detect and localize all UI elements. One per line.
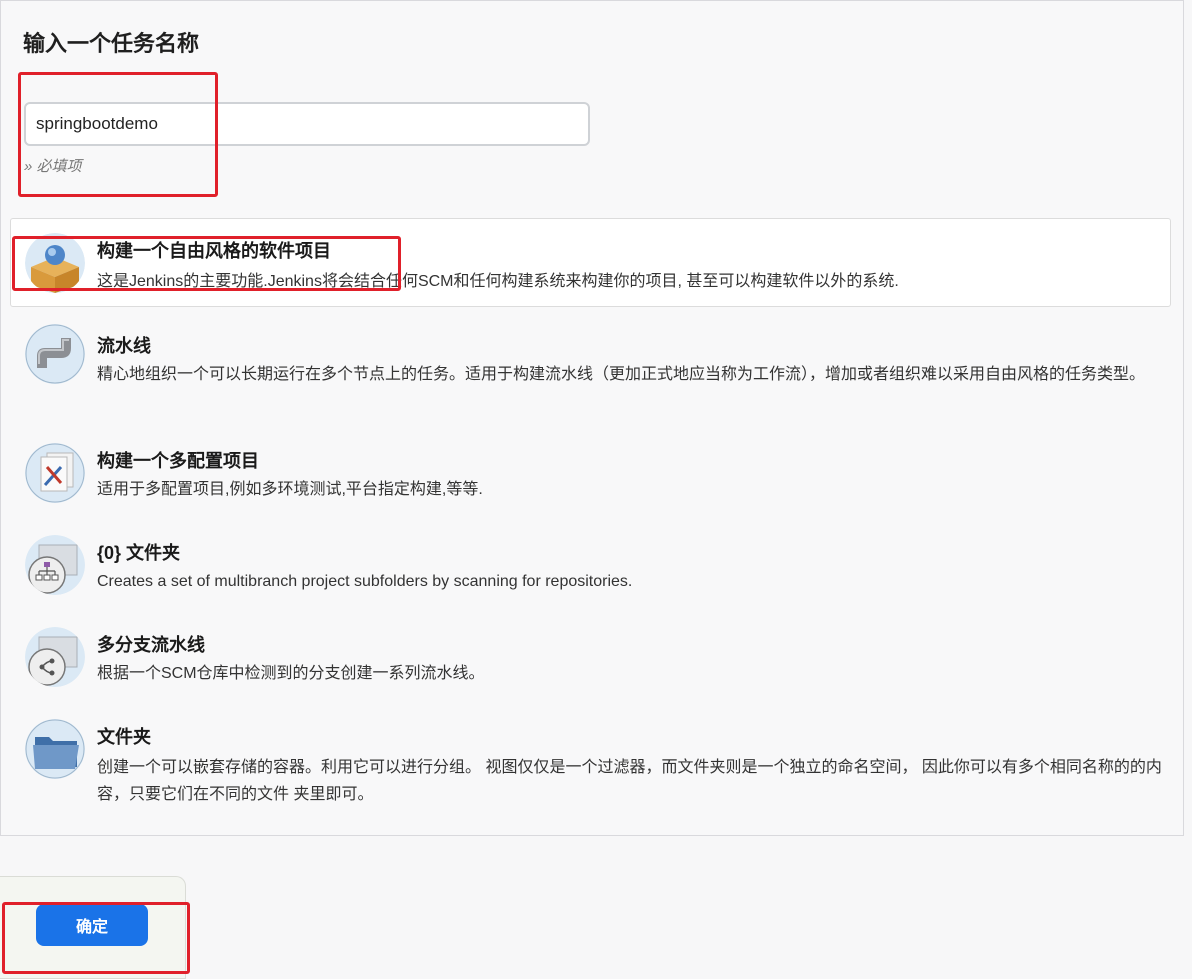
pipeline-icon — [25, 324, 85, 384]
freestyle-box-icon — [25, 233, 85, 293]
item-type-multi-config[interactable]: 构建一个多配置项目 适用于多配置项目,例如多环境测试,平台指定构建,等等. — [10, 440, 1171, 510]
item-type-org-folder[interactable]: {0} 文件夹 Creates a set of multibranch pro… — [10, 532, 1171, 602]
multibranch-pipeline-icon — [25, 627, 85, 687]
item-type-name: 构建一个多配置项目 — [97, 451, 259, 471]
item-type-description: Creates a set of multibranch project sub… — [97, 573, 633, 590]
item-type-name: {0} 文件夹 — [97, 543, 181, 563]
item-type-name: 流水线 — [97, 336, 151, 356]
item-type-description: 根据一个SCM仓库中检测到的分支创建一系列流水线。 — [97, 665, 485, 682]
item-type-folder[interactable]: 文件夹 创建一个可以嵌套存储的容器。利用它可以进行分组。 视图仅仅是一个过滤器，… — [10, 716, 1171, 816]
item-type-description: 精心地组织一个可以长期运行在多个节点上的任务。适用于构建流水线（更加正式地应当称… — [97, 366, 1146, 383]
item-type-name: 文件夹 — [97, 727, 151, 747]
item-type-freestyle[interactable]: 构建一个自由风格的软件项目 这是Jenkins的主要功能.Jenkins将会结合… — [10, 218, 1171, 307]
item-type-pipeline[interactable]: 流水线 精心地组织一个可以长期运行在多个节点上的任务。适用于构建流水线（更加正式… — [10, 323, 1171, 423]
required-hint: » 必填项 — [24, 158, 82, 175]
item-name-input[interactable] — [24, 102, 590, 146]
page-title: 输入一个任务名称 — [23, 31, 200, 56]
item-type-description: 适用于多配置项目,例如多环境测试,平台指定构建,等等. — [97, 481, 483, 498]
ok-button[interactable]: 确定 — [36, 904, 148, 946]
org-folder-icon — [25, 535, 85, 595]
item-type-multibranch-pipeline[interactable]: 多分支流水线 根据一个SCM仓库中检测到的分支创建一系列流水线。 — [10, 624, 1171, 694]
multi-config-icon — [25, 443, 85, 503]
item-type-name: 构建一个自由风格的软件项目 — [97, 241, 331, 261]
folder-icon — [25, 719, 85, 779]
item-type-name: 多分支流水线 — [97, 635, 205, 655]
item-type-description: 这是Jenkins的主要功能.Jenkins将会结合任何SCM和任何构建系统来构… — [97, 273, 899, 290]
item-type-description: 创建一个可以嵌套存储的容器。利用它可以进行分组。 视图仅仅是一个过滤器，而文件夹… — [97, 759, 1162, 803]
